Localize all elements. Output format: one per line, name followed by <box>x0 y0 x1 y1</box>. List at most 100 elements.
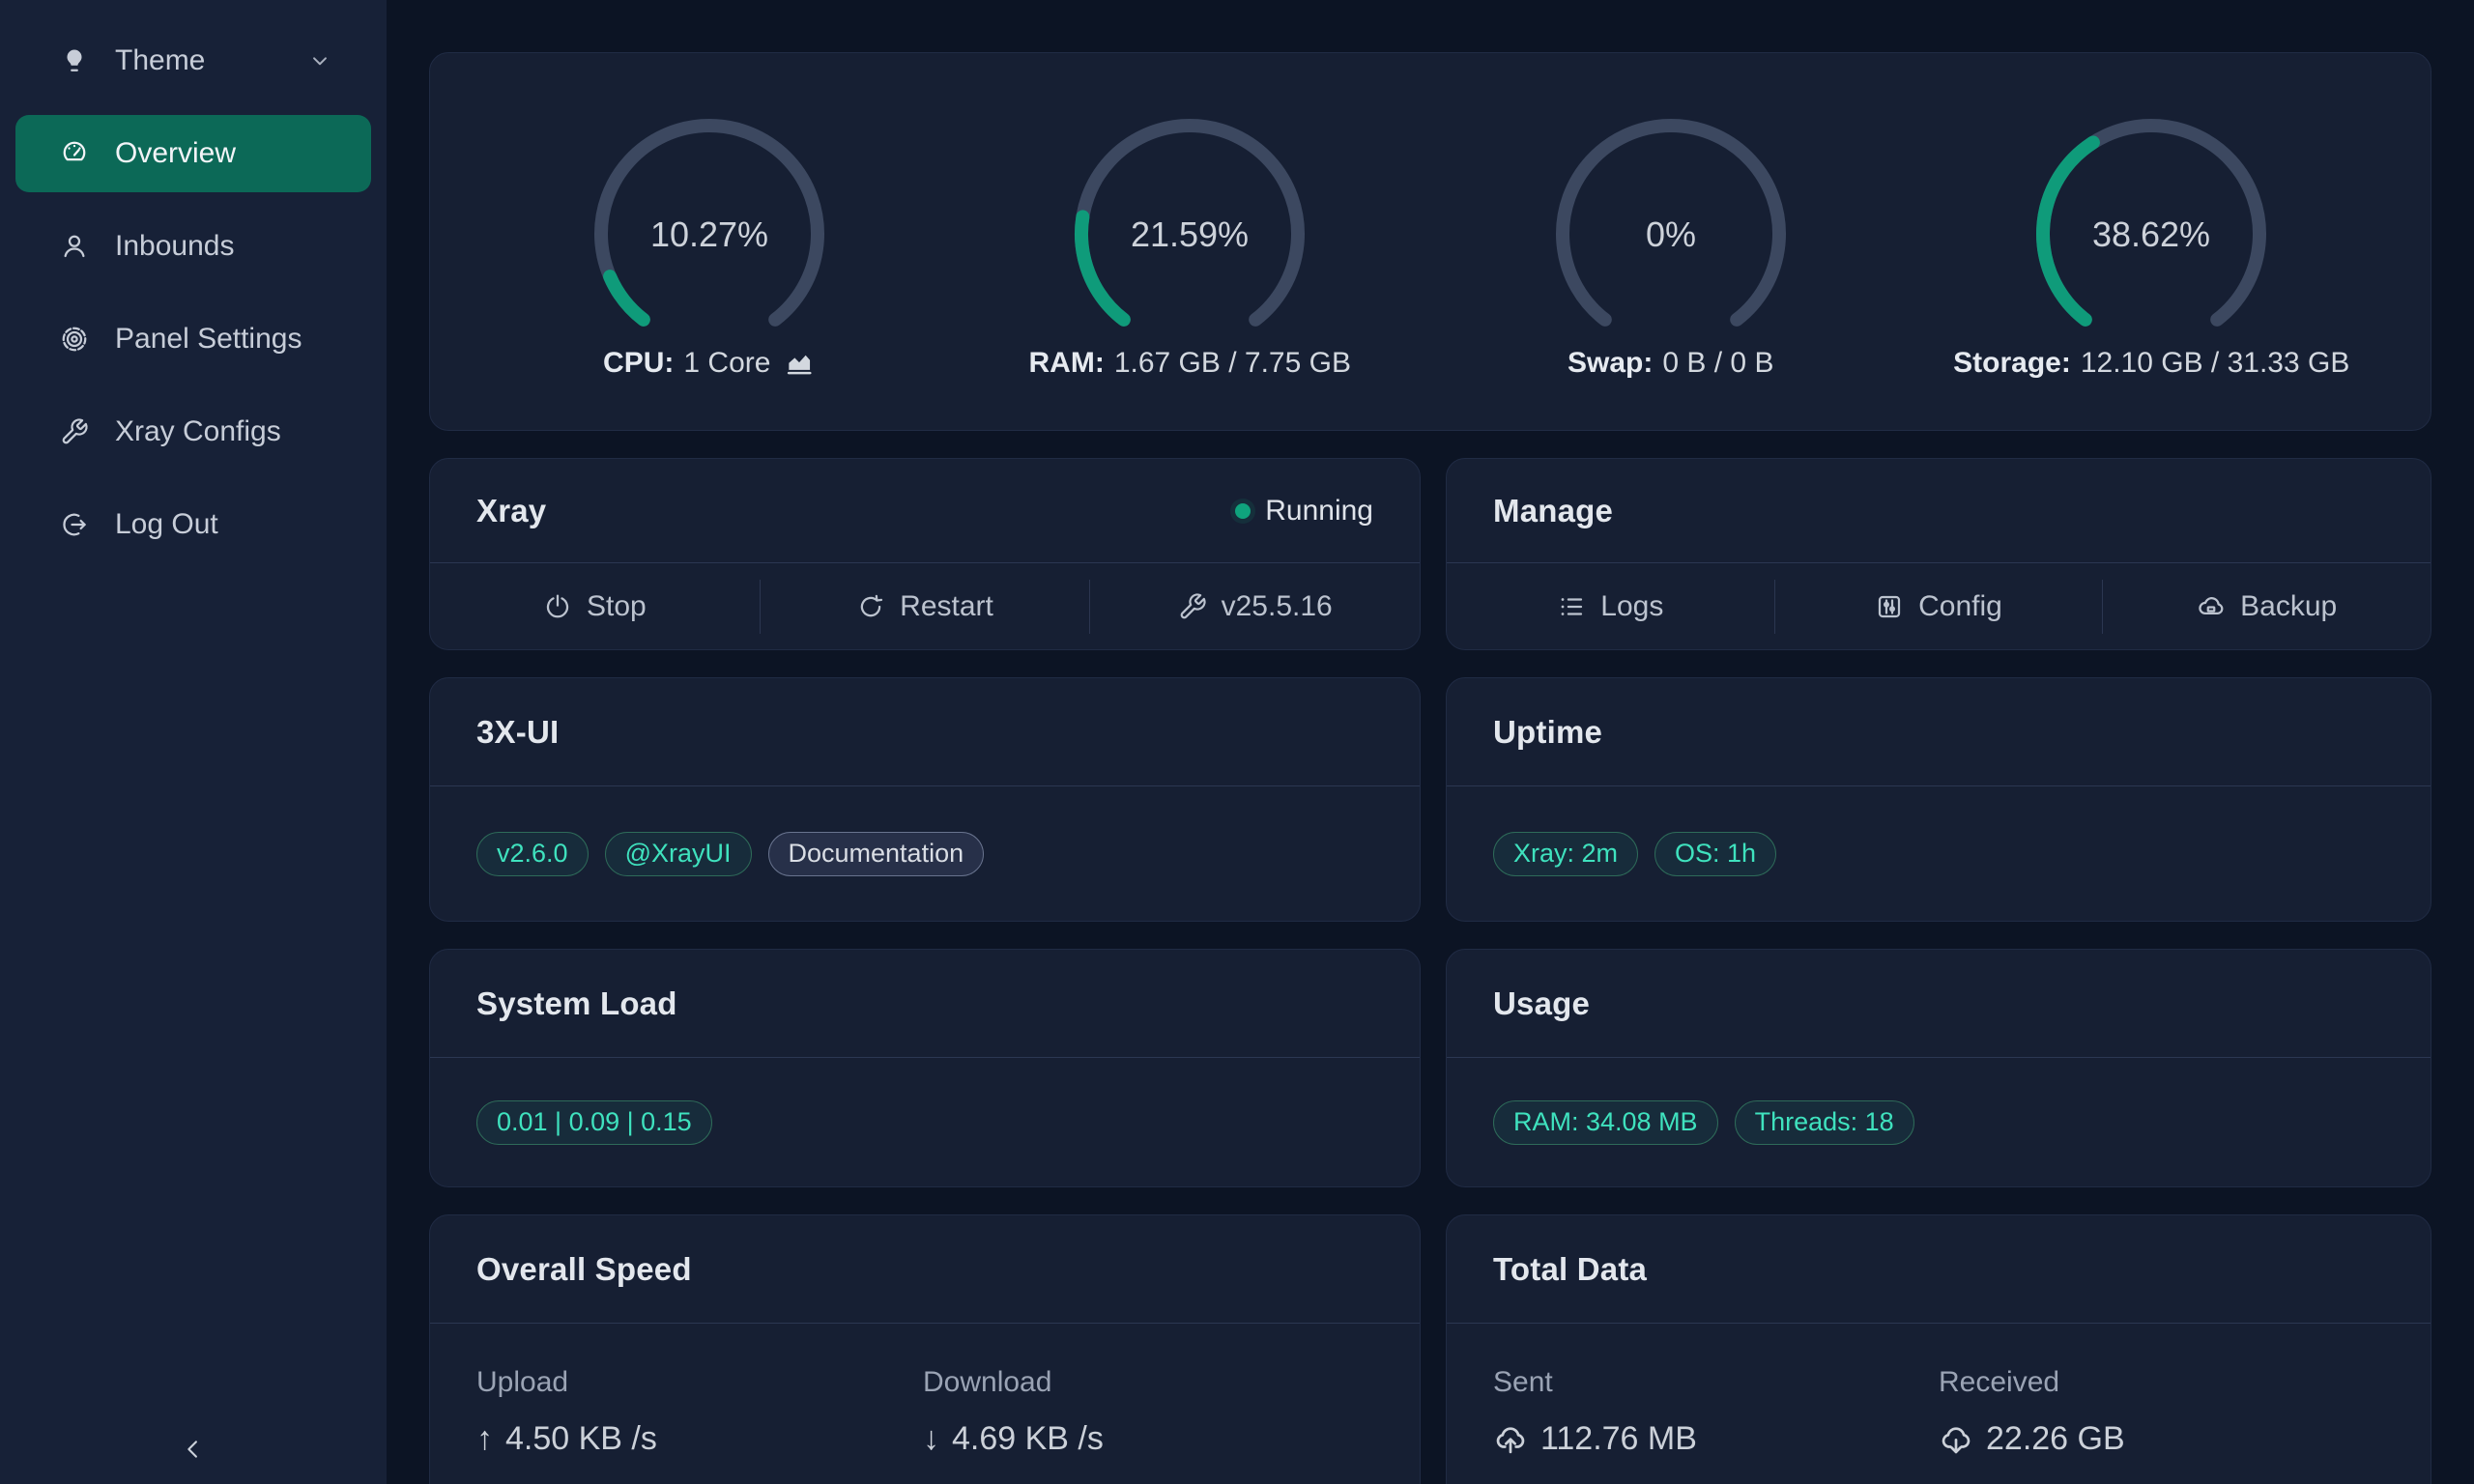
running-status-dot <box>1235 503 1251 519</box>
upload-value: 4.50 KB /s <box>505 1420 657 1458</box>
documentation-tag[interactable]: Documentation <box>768 832 985 876</box>
power-icon <box>543 592 572 621</box>
config-button[interactable]: Config <box>1775 563 2103 649</box>
ram-label-prefix: RAM: <box>1029 347 1105 380</box>
dashboard-gauge-icon <box>60 139 89 168</box>
overall-speed-body: Upload ↑ 4.50 KB /s Download ↓ 4.69 KB /… <box>430 1324 1420 1458</box>
sidebar-item-label: Inbounds <box>115 230 234 263</box>
xray-status-text: Running <box>1265 495 1373 528</box>
cpu-gauge-chart: 10.27% <box>589 113 830 355</box>
logout-icon <box>60 510 89 539</box>
ram-gauge-value: 21.59% <box>1131 214 1249 254</box>
xui-card: 3X-UI v2.6.0 @XrayUI Documentation <box>429 677 1421 922</box>
stop-button-label: Stop <box>587 590 647 623</box>
overall-speed-card-title: Overall Speed <box>476 1251 692 1288</box>
cpu-gauge-value: 10.27% <box>650 214 768 254</box>
lightbulb-icon <box>60 46 89 75</box>
system-gauges-card: 10.27% CPU: 1 Core 21.59% RAM: 1.67 GB /… <box>429 52 2431 431</box>
xray-version-button[interactable]: v25.5.16 <box>1090 563 1420 649</box>
wrench-icon <box>1178 592 1207 621</box>
config-button-label: Config <box>1918 590 2002 623</box>
sidebar-item-label: Panel Settings <box>115 323 302 356</box>
sidebar-item-label: Theme <box>115 44 205 77</box>
xray-status-badge: Running <box>1235 495 1373 528</box>
uptime-card-title: Uptime <box>1493 714 1602 751</box>
usage-tags: RAM: 34.08 MB Threads: 18 <box>1447 1058 2431 1186</box>
storage-gauge-value: 38.62% <box>2092 214 2210 254</box>
restart-button[interactable]: Restart <box>761 563 1090 649</box>
swap-label-prefix: Swap: <box>1568 347 1653 380</box>
cloud-download-icon <box>1939 1422 1973 1457</box>
upload-stat: Upload ↑ 4.50 KB /s <box>476 1366 923 1458</box>
upload-label: Upload <box>476 1366 923 1399</box>
backup-button[interactable]: Backup <box>2103 563 2431 649</box>
sidebar: Theme Overview Inbounds Panel Settings <box>0 0 387 1484</box>
sent-stat: Sent 112.76 MB <box>1493 1366 1939 1458</box>
xray-actions: Stop Restart v25.5.16 <box>430 563 1420 649</box>
wrench-icon <box>60 417 89 446</box>
sent-label: Sent <box>1493 1366 1939 1399</box>
ram-gauge-chart: 21.59% <box>1069 113 1310 355</box>
ram-label-value: 1.67 GB / 7.75 GB <box>1114 347 1351 380</box>
arrow-down-icon: ↓ <box>923 1420 939 1458</box>
area-chart-icon[interactable] <box>784 348 815 379</box>
stop-button[interactable]: Stop <box>430 563 760 649</box>
uptime-card: Uptime Xray: 2m OS: 1h <box>1446 677 2431 922</box>
total-data-card: Total Data Sent 112.76 MB Received <box>1446 1214 2431 1484</box>
chevron-left-icon <box>180 1436 207 1463</box>
sidebar-item-theme[interactable]: Theme <box>15 22 371 100</box>
storage-gauge: 38.62% Storage: 12.10 GB / 31.33 GB <box>1912 53 2393 430</box>
cpu-gauge: 10.27% CPU: 1 Core <box>469 53 950 430</box>
ram-gauge-label: RAM: 1.67 GB / 7.75 GB <box>1029 347 1351 380</box>
overall-speed-card: Overall Speed Upload ↑ 4.50 KB /s Downlo… <box>429 1214 1421 1484</box>
backup-button-label: Backup <box>2240 590 2337 623</box>
cloud-upload-icon <box>1493 1422 1528 1457</box>
xray-version-label: v25.5.16 <box>1222 590 1333 623</box>
xui-tags: v2.6.0 @XrayUI Documentation <box>430 786 1420 921</box>
system-load-card-title: System Load <box>476 985 677 1022</box>
sidebar-item-panel-settings[interactable]: Panel Settings <box>15 300 371 378</box>
cpu-label-value: 1 Core <box>683 347 770 380</box>
ram-usage-tag: RAM: 34.08 MB <box>1493 1100 1718 1145</box>
system-load-tags: 0.01 | 0.09 | 0.15 <box>430 1058 1420 1186</box>
xray-card: Xray Running Stop <box>429 458 1421 650</box>
download-label: Download <box>923 1366 1369 1399</box>
chevron-down-icon <box>307 48 332 73</box>
logs-button[interactable]: Logs <box>1447 563 1774 649</box>
uptime-tags: Xray: 2m OS: 1h <box>1447 786 2431 921</box>
swap-gauge: 0% Swap: 0 B / 0 B <box>1430 53 1912 430</box>
total-data-card-title: Total Data <box>1493 1251 1647 1288</box>
sidebar-item-label: Overview <box>115 137 236 170</box>
load-average-tag: 0.01 | 0.09 | 0.15 <box>476 1100 712 1145</box>
telegram-tag[interactable]: @XrayUI <box>605 832 752 876</box>
restart-button-label: Restart <box>900 590 993 623</box>
sidebar-item-xray-configs[interactable]: Xray Configs <box>15 393 371 471</box>
main-content: 10.27% CPU: 1 Core 21.59% RAM: 1.67 GB /… <box>429 0 2431 1484</box>
sidebar-item-inbounds[interactable]: Inbounds <box>15 208 371 285</box>
restart-icon <box>856 592 885 621</box>
swap-label-value: 0 B / 0 B <box>1662 347 1773 380</box>
system-load-card: System Load 0.01 | 0.09 | 0.15 <box>429 949 1421 1187</box>
download-value: 4.69 KB /s <box>952 1420 1104 1458</box>
usage-card-title: Usage <box>1493 985 1590 1022</box>
user-icon <box>60 232 89 261</box>
sidebar-item-log-out[interactable]: Log Out <box>15 486 371 563</box>
sidebar-item-overview[interactable]: Overview <box>15 115 371 192</box>
download-stat: Download ↓ 4.69 KB /s <box>923 1366 1369 1458</box>
xui-card-title: 3X-UI <box>476 714 559 751</box>
gear-icon <box>60 325 89 354</box>
storage-gauge-label: Storage: 12.10 GB / 31.33 GB <box>1953 347 2349 380</box>
storage-label-prefix: Storage: <box>1953 347 2071 380</box>
sidebar-collapse-button[interactable] <box>0 1436 387 1463</box>
xray-card-title: Xray <box>476 493 546 529</box>
manage-card-title: Manage <box>1493 493 1613 529</box>
threads-tag: Threads: 18 <box>1735 1100 1914 1145</box>
sliders-icon <box>1875 592 1904 621</box>
sidebar-item-label: Log Out <box>115 508 218 541</box>
cloud-server-icon <box>2197 592 2226 621</box>
storage-label-value: 12.10 GB / 31.33 GB <box>2081 347 2350 380</box>
sidebar-item-label: Xray Configs <box>115 415 281 448</box>
version-tag[interactable]: v2.6.0 <box>476 832 589 876</box>
list-icon <box>1557 592 1586 621</box>
received-label: Received <box>1939 1366 2384 1399</box>
